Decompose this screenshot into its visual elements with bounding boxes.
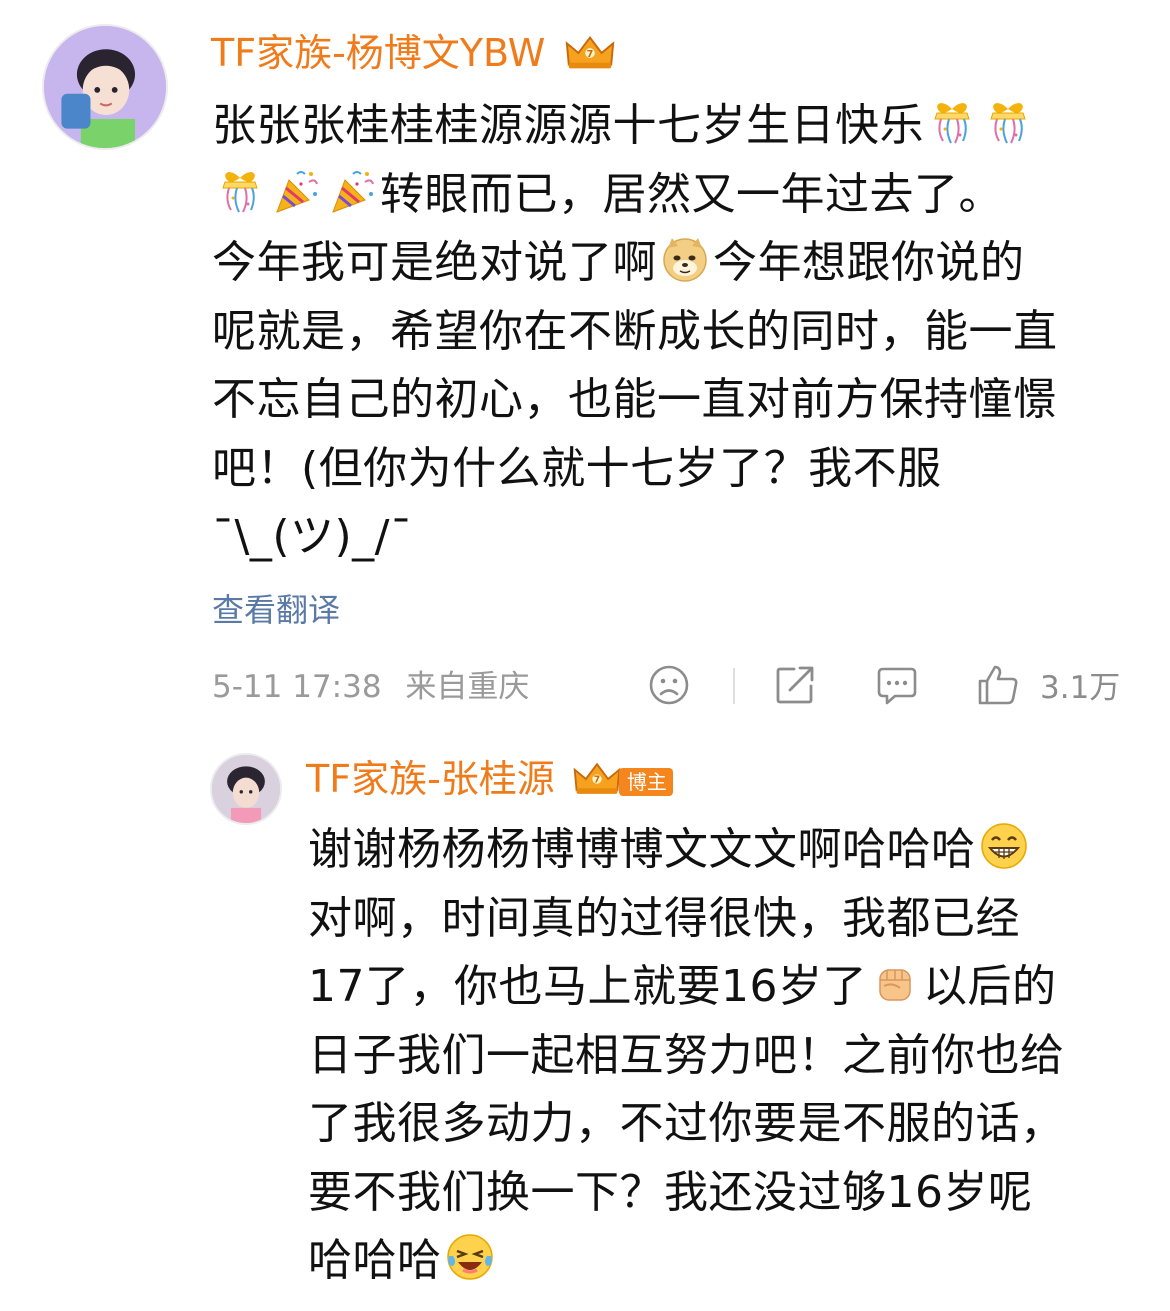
reply-line: 谢谢杨杨杨博博博文文文啊哈哈哈 xyxy=(308,816,1138,885)
comment-icon xyxy=(877,667,917,705)
post-line: ¯\_(ツ)_/¯ xyxy=(212,503,1132,572)
post-line: 今年我可是绝对说了啊 今年想跟你说的 xyxy=(212,229,1132,298)
blogger-badge: 博主 xyxy=(618,767,673,796)
party-emoji-icon xyxy=(271,166,321,216)
like-count: 3.1万 xyxy=(1040,670,1121,706)
vip-crown-icon xyxy=(571,759,623,799)
post-timestamp: 5-11 17:38 xyxy=(212,669,382,705)
translate-link[interactable]: 查看翻译 xyxy=(212,588,340,632)
post-line: 不忘自己的初心，也能一直对前方保持憧憬 xyxy=(212,366,1132,435)
text-run: 17了，你也马上就要16岁了 xyxy=(308,961,867,1012)
post-line: 转眼而已，居然又一年过去了。 xyxy=(212,161,1132,230)
comment-button[interactable] xyxy=(875,664,919,708)
reply-line: 了我很多动力，不过你要是不服的话， xyxy=(308,1090,1138,1159)
laugh-emoji-icon xyxy=(445,1232,495,1282)
post-line: 呢就是，希望你在不断成长的同时，能一直 xyxy=(212,298,1132,367)
text-run: 日子我们一起相互努力吧！之前你也给 xyxy=(308,1029,1065,1081)
text-run: 吧！(但你为什么就十七岁了？我不服 xyxy=(212,442,942,494)
text-run: 张张张桂桂桂源源源十七岁生日快乐 xyxy=(212,100,924,151)
author-name-text: TF家族-张桂源 xyxy=(306,757,555,801)
vip-crown-icon xyxy=(563,33,617,73)
text-run: 今年想跟你说的 xyxy=(713,237,1025,288)
post-content: 张张张桂桂桂源源源十七岁生日快乐转眼而已，居然又一年过去了。今年我可是绝对说了啊… xyxy=(212,92,1132,572)
reply-line: 17了，你也马上就要16岁了 以后的 xyxy=(308,953,1138,1022)
text-run: 转眼而已，居然又一年过去了。 xyxy=(380,168,1003,220)
gift-emoji-icon xyxy=(215,166,265,216)
reply-content: 谢谢杨杨杨博博博文文文啊哈哈哈 对啊，时间真的过得很快，我都已经 17了，你也马上就… xyxy=(308,816,1138,1296)
reply-author-name[interactable]: TF家族-张桂源 博主 xyxy=(306,754,673,804)
post-author-name[interactable]: TF家族-杨博文YBW xyxy=(211,28,617,78)
text-run: 对啊，时间真的过得很快，我都已经 xyxy=(308,892,1020,944)
fist-emoji-icon xyxy=(870,958,920,1008)
text-run: 谢谢杨杨杨博博博文文文啊哈哈哈 xyxy=(308,824,976,875)
grin-emoji-icon xyxy=(979,821,1029,871)
doge-emoji-icon xyxy=(660,234,710,284)
text-run: 哈哈哈 xyxy=(308,1235,442,1286)
reply-line: 要不我们换一下？我还没过够16岁呢 xyxy=(308,1159,1138,1228)
reply-line: 日子我们一起相互努力吧！之前你也给 xyxy=(308,1022,1138,1091)
reply-line: 对啊，时间真的过得很快，我都已经 xyxy=(308,885,1138,954)
share-button[interactable] xyxy=(774,664,816,706)
share-icon xyxy=(776,666,814,704)
post-author-avatar[interactable] xyxy=(42,24,168,150)
user-avatar-icon xyxy=(212,755,280,823)
text-run: 今年我可是绝对说了啊 xyxy=(212,237,657,288)
gift-emoji-icon xyxy=(927,97,977,147)
thumbs-up-icon xyxy=(978,665,1018,704)
text-run: 了我很多动力，不过你要是不服的话， xyxy=(308,1098,1065,1149)
text-run: 不忘自己的初心，也能一直对前方保持憧憬 xyxy=(212,374,1058,425)
text-run: 要不我们换一下？我还没过够16岁呢 xyxy=(308,1166,1033,1218)
post-meta: 5-11 17:38 来自重庆 xyxy=(212,665,529,709)
action-divider xyxy=(733,668,735,704)
text-run: 呢就是，希望你在不断成长的同时，能一直 xyxy=(212,305,1058,357)
dislike-button[interactable] xyxy=(648,664,690,706)
reply-author-avatar[interactable] xyxy=(210,753,282,825)
text-run: ¯\_(ツ)_/¯ xyxy=(212,511,413,562)
text-run: 以后的 xyxy=(922,961,1057,1012)
like-button[interactable]: 3.1万 xyxy=(976,662,1120,707)
gift-emoji-icon xyxy=(983,97,1033,147)
author-name-text: TF家族-杨博文YBW xyxy=(211,31,546,75)
post-line: 张张张桂桂桂源源源十七岁生日快乐 xyxy=(212,92,1132,161)
reply-line: 哈哈哈 xyxy=(308,1227,1138,1296)
user-avatar-icon xyxy=(44,26,166,148)
post-location: 来自重庆 xyxy=(405,669,530,705)
post-line: 吧！(但你为什么就十七岁了？我不服 xyxy=(212,435,1132,504)
frown-face-icon xyxy=(649,665,689,705)
party-emoji-icon xyxy=(327,166,377,216)
